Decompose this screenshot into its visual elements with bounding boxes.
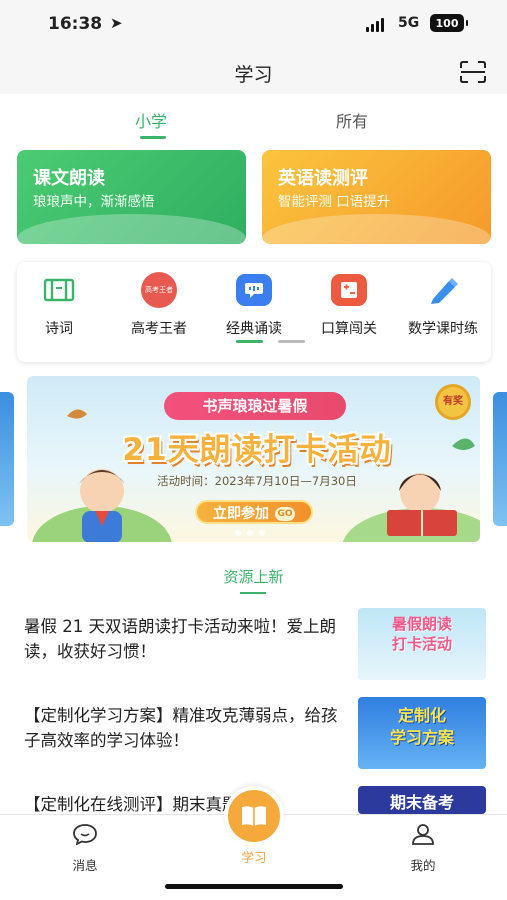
tab-mine[interactable]: 我的: [383, 823, 463, 874]
network-type: 5G: [398, 15, 420, 31]
battery-icon: 100: [430, 14, 468, 32]
nav-bar: 学习: [0, 50, 507, 94]
signal-icon: [366, 18, 384, 32]
section-title: 资源上新: [223, 568, 284, 586]
grid-item-label: 高考王者: [131, 321, 187, 337]
join-now-button[interactable]: 立即参加 GO: [195, 500, 313, 524]
calculator-icon: [331, 274, 367, 306]
article-title[interactable]: 【定制化在线测评】期末真题/期: [24, 792, 344, 814]
section-underline: [240, 592, 266, 594]
status-time: 16:38: [48, 14, 103, 34]
location-arrow-icon: ➤: [110, 14, 123, 32]
scan-icon[interactable]: [459, 60, 487, 84]
thumb-caption: 期末备考: [389, 793, 454, 812]
tab-label: 消息: [72, 858, 98, 873]
page-title: 学习: [234, 64, 273, 86]
grade-tabs: 小学 所有: [0, 104, 507, 140]
banner-date: 活动时间：2023年7月10日—7月30日: [157, 474, 357, 488]
go-badge: GO: [275, 507, 295, 521]
banner-tagline: 书声琅琅过暑假: [164, 392, 346, 420]
carousel-next-peek[interactable]: [493, 392, 507, 526]
book-icon: [242, 806, 266, 826]
card-subtitle: 智能评测 口语提升: [278, 194, 391, 210]
carousel-prev-peek[interactable]: [0, 392, 14, 526]
profile-icon: [412, 824, 434, 845]
grid-item-classic-recitation[interactable]: 经典诵读: [209, 274, 299, 338]
english-assessment-card[interactable]: 英语读测评 智能评测 口语提升: [262, 150, 491, 244]
tab-indicator: [140, 136, 166, 139]
feature-grid: 诗词 高考王者 高考王者 经典诵读 口算闯关 数学课时练: [17, 262, 491, 362]
card-subtitle: 琅琅声中，渐渐感悟: [33, 194, 155, 210]
card-title: 英语读测评: [278, 168, 368, 189]
article-thumbnail[interactable]: 期末备考: [358, 786, 486, 814]
chat-bubble-icon: [236, 274, 272, 306]
tab-primary[interactable]: 小学: [135, 108, 167, 132]
tab-label: 学习: [241, 850, 267, 865]
grid-item-poems[interactable]: 诗词: [14, 274, 104, 338]
gaokao-badge-text: 高考王者: [145, 286, 173, 294]
grid-item-label: 经典诵读: [226, 321, 282, 337]
article-title[interactable]: 【定制化学习方案】精准攻克薄弱点，给孩子高效率的学习体验！: [24, 703, 344, 753]
article-title[interactable]: 暑假 21 天双语朗读打卡活动来啦！爱上朗读，收获好习惯！: [24, 614, 344, 664]
card-title: 课文朗读: [33, 168, 105, 189]
text-reading-card[interactable]: 课文朗读 琅琅声中，渐渐感悟: [17, 150, 246, 244]
article-thumbnail[interactable]: 定制化 学习方案: [358, 697, 486, 769]
graduation-cap-icon: 高考王者: [141, 272, 177, 308]
grid-item-label: 数学课时练: [408, 321, 478, 337]
prize-badge: 有奖: [435, 384, 471, 420]
tab-messages[interactable]: 消息: [45, 823, 125, 874]
poem-icon: [41, 274, 77, 306]
grid-item-label: 口算闯关: [321, 321, 377, 337]
grid-item-gaokao[interactable]: 高考王者 高考王者: [114, 272, 204, 338]
thumb-caption: 定制化 学习方案: [389, 706, 454, 747]
activity-banner[interactable]: 书声琅琅过暑假 21天朗读打卡活动 活动时间：2023年7月10日—7月30日 …: [27, 376, 480, 542]
thumb-caption: 暑假朗读 打卡活动: [391, 615, 452, 653]
join-now-label: 立即参加: [213, 506, 269, 522]
grid-item-math-practice[interactable]: 数学课时练: [398, 274, 488, 338]
banner-title: 21天朗读打卡活动: [122, 432, 392, 468]
home-indicator: [165, 884, 343, 889]
battery-level: 100: [435, 16, 459, 30]
tab-label: 我的: [410, 858, 436, 873]
tab-all[interactable]: 所有: [336, 108, 368, 132]
pencil-icon: [425, 274, 461, 306]
article-thumbnail[interactable]: 暑假朗读 打卡活动: [358, 608, 486, 680]
grid-item-label: 诗词: [45, 321, 73, 337]
grid-item-mental-math[interactable]: 口算闯关: [304, 274, 394, 338]
status-bar: 16:38 ➤ 5G 100: [0, 0, 507, 50]
message-icon: [73, 824, 97, 846]
study-center-button[interactable]: [224, 786, 284, 846]
